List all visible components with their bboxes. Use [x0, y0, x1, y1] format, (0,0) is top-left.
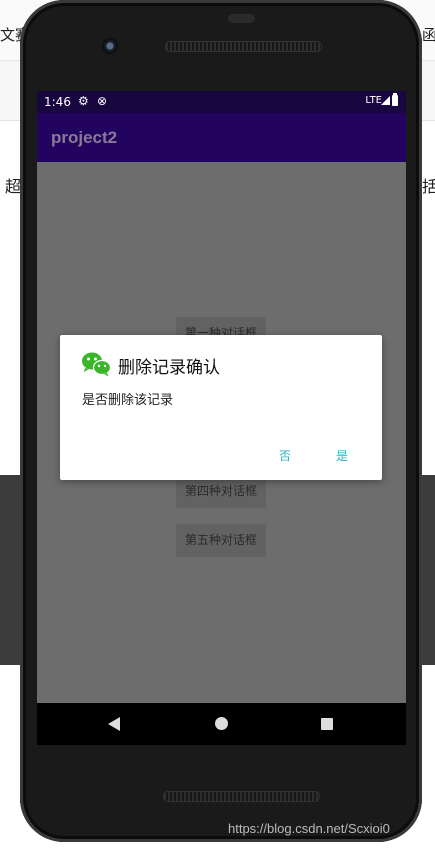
sync-icon: ⊗	[97, 94, 108, 108]
network-type: LTE	[365, 95, 382, 106]
battery-icon	[392, 93, 398, 106]
dialog-title: 删除记录确认	[118, 358, 220, 378]
status-time: 1:46	[44, 95, 71, 109]
dialog-5-button[interactable]: 第五种对话框	[176, 524, 266, 557]
wechat-icon	[82, 352, 111, 377]
background-text: 函	[422, 26, 435, 44]
recents-icon[interactable]	[321, 718, 333, 730]
back-icon[interactable]	[108, 717, 120, 731]
yes-button[interactable]: 是	[336, 447, 348, 464]
app-bar: project2	[37, 113, 406, 162]
settings-icon: ⚙	[78, 94, 89, 108]
status-bar: 1:46 ⚙ ⊗ LTE	[37, 91, 406, 113]
home-icon[interactable]	[215, 717, 228, 730]
earpiece-speaker	[165, 41, 322, 52]
watermark-text: https://blog.csdn.net/Scxioi0	[228, 821, 390, 836]
background-text: 超	[5, 177, 22, 196]
signal-icon	[381, 96, 390, 105]
bottom-speaker	[163, 791, 320, 802]
app-title: project2	[51, 128, 118, 147]
background-text: 括	[422, 177, 435, 196]
no-button[interactable]: 否	[279, 447, 291, 464]
phone-sensor	[228, 14, 255, 23]
navigation-bar	[37, 703, 406, 745]
dialog-message: 是否删除该记录	[82, 393, 174, 408]
confirm-dialog: 删除记录确认 是否删除该记录 否 是	[60, 335, 382, 480]
front-camera	[102, 38, 118, 54]
